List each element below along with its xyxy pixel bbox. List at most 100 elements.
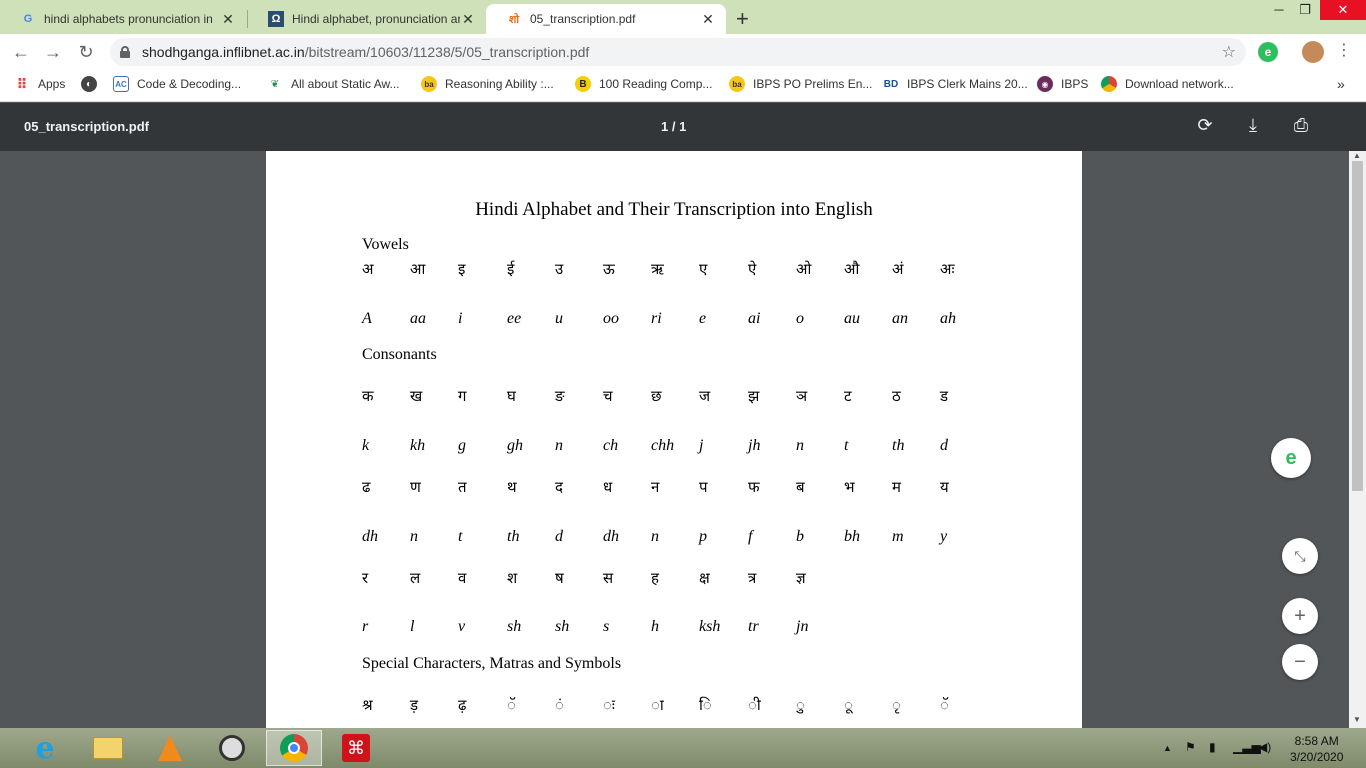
pdf-toolbar: 05_transcription.pdf 1 / 1 ⟳ ⤓ ⎙ [0, 103, 1366, 151]
alphabet-cell: v [458, 618, 466, 635]
alphabet-cell: ी [748, 696, 761, 714]
alphabet-cell: छ [651, 387, 662, 405]
alphabet-cell: ख [410, 387, 423, 405]
alphabet-cell: dh [362, 528, 378, 545]
alphabet-cell: ri [651, 310, 662, 327]
clock-app-taskbar-button[interactable] [204, 730, 260, 766]
omniglot-icon: Ω [268, 11, 284, 27]
alphabet-cell: द [555, 478, 563, 496]
rotate-icon[interactable]: ⟳ [1193, 115, 1217, 136]
close-tab-icon[interactable]: ✕ [220, 11, 236, 28]
alphabet-cell: आ [410, 260, 426, 278]
forward-button[interactable]: → [42, 41, 64, 63]
bookmark-reasoning[interactable]: ba Reasoning Ability :... [421, 76, 554, 92]
bookmark-reading-comp[interactable]: B 100 Reading Comp... [575, 76, 712, 92]
file-explorer-taskbar-button[interactable] [80, 730, 136, 766]
profile-avatar[interactable] [1302, 41, 1324, 63]
chrome-taskbar-button[interactable] [266, 730, 322, 766]
bookmark-label: IBPS PO Prelims En... [753, 77, 873, 91]
download-icon[interactable]: ⤓ [1241, 115, 1265, 136]
alphabet-cell: म [892, 478, 901, 496]
new-tab-button[interactable]: + [736, 6, 749, 32]
alphabet-cell: ee [507, 310, 522, 327]
alphabet-cell: g [458, 437, 466, 454]
bookmark-code-decoding[interactable]: AC Code & Decoding... [113, 76, 241, 92]
action-center-flag-icon[interactable]: ⚑ [1185, 740, 1196, 754]
alphabet-cell: ऋ [651, 260, 664, 278]
alphabet-cell: jn [796, 618, 809, 635]
tab-title: Hindi alphabet, pronunciation an [292, 12, 460, 26]
close-tab-icon[interactable]: ✕ [700, 11, 716, 28]
alphabet-cell: gh [507, 437, 523, 454]
bookmark-star-icon[interactable]: ☆ [1222, 42, 1236, 62]
internet-explorer-taskbar-button[interactable]: e [17, 730, 73, 766]
alphabet-cell: थ [507, 478, 517, 496]
alphabet-cell: र [362, 569, 369, 587]
bookmark-ibps-po[interactable]: ba IBPS PO Prelims En... [729, 76, 872, 92]
bookmark-download-network[interactable]: Download network... [1101, 76, 1234, 92]
page-indicator: 1 / 1 [661, 119, 687, 134]
vlc-cone-icon [158, 735, 182, 761]
page-scrollbar[interactable]: ▲ ▼ [1349, 151, 1366, 728]
more-bookmarks-icon[interactable]: » [1337, 76, 1345, 92]
network-signal-icon[interactable]: ▁▃▅ [1233, 740, 1261, 754]
browser-toolbar: ← → ↻ shodhganga.inflibnet.ac.in/bitstre… [0, 34, 1366, 70]
alphabet-cell: sh [555, 618, 570, 635]
show-hidden-icons-arrow[interactable]: ▲ [1163, 743, 1172, 753]
zoom-out-button[interactable]: − [1282, 644, 1318, 680]
alphabet-cell: b [796, 528, 804, 545]
menu-icon[interactable]: ⋮ [1336, 40, 1352, 60]
tab-strip: G hindi alphabets pronunciation in ✕ Ω H… [0, 0, 1366, 34]
url-path: /bitstream/10603/11238/5/05_transcriptio… [304, 44, 590, 60]
fit-to-page-button[interactable]: ⤡ [1282, 538, 1318, 574]
alphabet-cell: ण [410, 478, 421, 496]
tab-google-search[interactable]: G hindi alphabets pronunciation in ✕ [0, 4, 246, 34]
alphabet-cell: t [844, 437, 849, 454]
tab-omniglot[interactable]: Ω Hindi alphabet, pronunciation an ✕ [248, 4, 486, 34]
bookmark-globe[interactable]: ◐ [81, 76, 105, 92]
alphabet-cell: k [362, 437, 370, 454]
bookmark-ibps[interactable]: ◉ IBPS [1037, 76, 1088, 92]
alphabet-cell: त्र [748, 569, 757, 587]
zoom-in-button[interactable]: + [1282, 598, 1318, 634]
pdf-page: Hindi Alphabet and Their Transcription i… [266, 151, 1082, 728]
reload-button[interactable]: ↻ [75, 41, 97, 63]
scrollbar-thumb[interactable] [1352, 161, 1363, 491]
bookmark-label: All about Static Aw... [291, 77, 400, 91]
alphabet-cell: i [458, 310, 463, 327]
alphabet-cell: ध [603, 478, 613, 496]
close-window-button[interactable]: ✕ [1320, 0, 1366, 20]
tab-title: 05_transcription.pdf [530, 12, 636, 26]
power-icon[interactable]: ▮ [1209, 740, 1216, 754]
restore-button[interactable]: ❐ [1290, 0, 1320, 20]
scroll-down-arrow[interactable]: ▼ [1353, 715, 1361, 724]
alphabet-cell: p [699, 528, 707, 545]
acrobat-taskbar-button[interactable]: ⌘ [328, 730, 384, 766]
tab-pdf[interactable]: शो 05_transcription.pdf ✕ [486, 4, 726, 34]
address-bar[interactable]: shodhganga.inflibnet.ac.in/bitstream/106… [110, 38, 1246, 66]
close-tab-icon[interactable]: ✕ [460, 11, 476, 28]
folder-icon [93, 737, 123, 759]
evernote-clip-button[interactable]: e [1271, 438, 1311, 478]
b-site-icon: B [575, 76, 591, 92]
bookmark-ibps-clerk[interactable]: BD IBPS Clerk Mains 20... [883, 76, 1028, 92]
bookmark-apps[interactable]: ⠿ Apps [14, 76, 66, 92]
print-icon[interactable]: ⎙ [1289, 115, 1313, 136]
evernote-extension-icon[interactable]: e [1258, 42, 1278, 62]
alphabet-cell: n [796, 437, 804, 454]
vlc-taskbar-button[interactable] [142, 730, 198, 766]
back-button[interactable]: ← [10, 41, 32, 63]
alphabet-cell: n [410, 528, 418, 545]
system-clock[interactable]: 8:58 AM 3/20/2020 [1290, 733, 1343, 765]
windows-taskbar: e ⌘ ▲ ⚑ ▮ ▁▃▅ ◀) 8:58 AM 3/20/2020 [0, 728, 1366, 768]
document-title: Hindi Alphabet and Their Transcription i… [475, 199, 873, 220]
alphabet-cell: o [796, 310, 804, 327]
scroll-up-arrow[interactable]: ▲ [1353, 151, 1361, 160]
alphabet-cell: क [362, 387, 374, 405]
alphabet-cell: घ [507, 387, 516, 405]
bookmark-static-awareness[interactable]: ❦ All about Static Aw... [267, 76, 400, 92]
alphabet-cell: ू [844, 696, 853, 714]
alphabet-cell: ि [699, 696, 712, 714]
fit-page-icon: ⤡ [1294, 547, 1306, 564]
volume-icon[interactable]: ◀) [1258, 740, 1271, 754]
